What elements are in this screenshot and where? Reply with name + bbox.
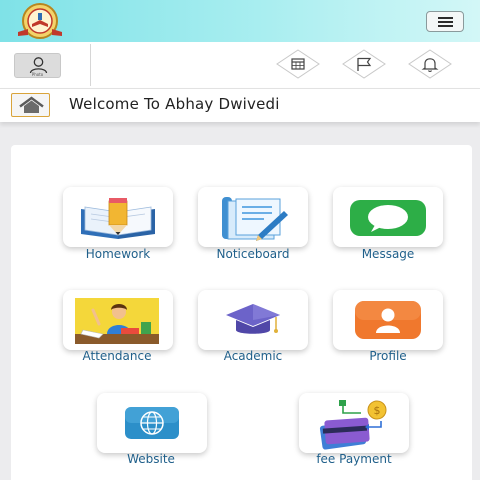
chat-bubble-icon [350, 200, 426, 236]
calendar-button[interactable] [276, 49, 320, 79]
home-button[interactable] [11, 93, 50, 117]
noticeboard-label: Noticeboard [216, 247, 290, 261]
flag-button[interactable] [342, 49, 386, 79]
profile-label: Profile [369, 349, 407, 363]
academic-tile[interactable] [198, 290, 308, 350]
attendance-label: Attendance [82, 349, 152, 363]
avatar[interactable]: Photo [14, 53, 61, 78]
notice-document-icon [222, 197, 288, 241]
hamburger-menu-icon [438, 17, 453, 19]
user-profile-icon [355, 301, 421, 339]
menu-button[interactable] [426, 11, 464, 32]
fee-payment-label: fee Payment [316, 452, 392, 466]
website-label: Website [127, 452, 175, 466]
svg-text:$: $ [374, 404, 381, 417]
message-label: Message [361, 247, 415, 261]
homework-tile[interactable] [63, 187, 173, 247]
book-pencil-icon [81, 198, 155, 239]
attendance-tile[interactable] [63, 290, 173, 350]
message-tile[interactable] [333, 187, 443, 247]
divider [90, 44, 91, 86]
profile-tile[interactable] [333, 290, 443, 350]
notifications-button[interactable] [408, 49, 452, 79]
website-tile[interactable] [97, 393, 207, 453]
student-desk-icon [75, 298, 159, 344]
homework-label: Homework [85, 247, 151, 261]
graduation-cap-icon [226, 304, 280, 334]
welcome-text: Welcome To Abhay Dwivedi [69, 95, 280, 113]
globe-icon [125, 407, 179, 439]
avatar-label: Photo [31, 72, 44, 77]
app-header [0, 0, 480, 42]
card-payment-icon: $ [319, 400, 387, 450]
noticeboard-tile[interactable] [198, 187, 308, 247]
fee-payment-tile[interactable]: $ [299, 393, 409, 453]
home-icon [19, 96, 44, 113]
school-logo-icon [12, 2, 68, 40]
academic-label: Academic [223, 349, 283, 363]
